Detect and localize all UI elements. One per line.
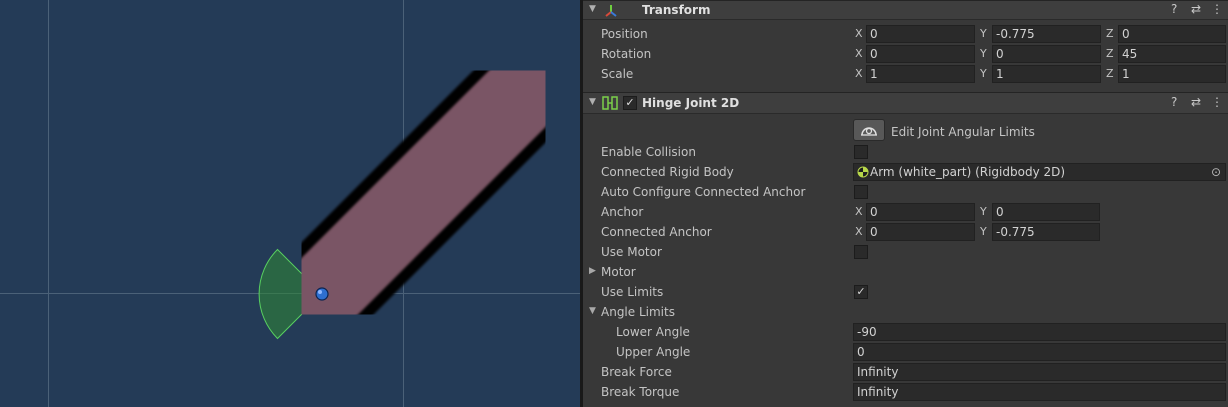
break-force-row: Break Force Infinity — [583, 362, 1228, 382]
axis-y-label[interactable]: Y — [980, 225, 987, 238]
upper-angle-field[interactable]: 0 — [853, 343, 1226, 361]
axis-x-label[interactable]: X — [855, 225, 863, 238]
break-force-label: Break Force — [601, 365, 672, 379]
break-torque-row: Break Torque Infinity — [583, 382, 1228, 402]
axis-y-label[interactable]: Y — [980, 47, 987, 60]
axis-z-label[interactable]: Z — [1106, 47, 1114, 60]
scale-z-field[interactable]: 1 — [1118, 65, 1226, 83]
settings-icon[interactable]: ⇄ — [1191, 2, 1201, 16]
component-title: Hinge Joint 2D — [642, 96, 740, 110]
settings-icon[interactable]: ⇄ — [1191, 95, 1201, 109]
position-label: Position — [601, 27, 648, 41]
axis-x-label[interactable]: X — [855, 67, 863, 80]
anchor-row: Anchor X 0 Y 0 — [583, 202, 1228, 222]
axis-x-label[interactable]: X — [855, 47, 863, 60]
use-motor-row: Use Motor — [583, 242, 1228, 262]
scale-row: Scale X 1 Y 1 Z 1 — [583, 64, 1228, 84]
upper-angle-label: Upper Angle — [616, 345, 691, 359]
break-torque-label: Break Torque — [601, 385, 680, 399]
rigidbody-icon — [857, 166, 869, 178]
enable-collision-row: Enable Collision — [583, 142, 1228, 162]
hinge-joint-icon — [602, 96, 618, 110]
position-x-field[interactable]: 0 — [866, 25, 975, 43]
use-motor-checkbox[interactable] — [854, 245, 868, 259]
scale-x-field[interactable]: 1 — [866, 65, 975, 83]
help-icon[interactable]: ? — [1171, 95, 1177, 109]
position-y-field[interactable]: -0.775 — [992, 25, 1101, 43]
axis-x-label[interactable]: X — [855, 205, 863, 218]
use-limits-row: Use Limits ✓ — [583, 282, 1228, 302]
edit-angular-limits-icon — [861, 127, 877, 136]
enable-collision-checkbox[interactable] — [854, 145, 868, 159]
rotation-row: Rotation X 0 Y 0 Z 45 — [583, 44, 1228, 64]
auto-configure-row: Auto Configure Connected Anchor — [583, 182, 1228, 202]
transform-header[interactable]: ▼ Transform ? ⇄ ⋮ — [583, 0, 1228, 20]
rotation-y-field[interactable]: 0 — [992, 45, 1101, 63]
anchor-y-field[interactable]: 0 — [992, 203, 1100, 221]
edit-limits-label: Edit Joint Angular Limits — [891, 125, 1035, 139]
lower-angle-row: Lower Angle -90 — [583, 322, 1228, 342]
scale-label: Scale — [601, 67, 634, 81]
angle-limits-foldout[interactable]: ▼ Angle Limits — [583, 302, 1228, 322]
object-picker-icon[interactable]: ⊙ — [1211, 164, 1221, 180]
scene-canvas — [0, 0, 580, 407]
axis-z-label[interactable]: Z — [1106, 27, 1114, 40]
axis-y-label[interactable]: Y — [980, 27, 987, 40]
auto-configure-checkbox[interactable] — [854, 185, 868, 199]
axis-x-label[interactable]: X — [855, 27, 863, 40]
use-motor-label: Use Motor — [601, 245, 662, 259]
use-limits-label: Use Limits — [601, 285, 664, 299]
motor-label: Motor — [601, 265, 636, 279]
connected-anchor-x-field[interactable]: 0 — [866, 223, 975, 241]
connected-anchor-label: Connected Anchor — [601, 225, 712, 239]
more-menu-icon[interactable]: ⋮ — [1211, 2, 1223, 16]
connected-anchor-row: Connected Anchor X 0 Y -0.775 — [583, 222, 1228, 242]
scale-y-field[interactable]: 1 — [992, 65, 1101, 83]
angle-limits-label: Angle Limits — [601, 305, 675, 319]
inspector-panel: ▼ Transform ? ⇄ ⋮ Position X 0 Y -0.775 … — [583, 0, 1228, 407]
rotation-label: Rotation — [601, 47, 652, 61]
break-torque-field[interactable]: Infinity — [853, 383, 1226, 401]
connected-rigid-body-field[interactable]: Arm (white_part) (Rigidbody 2D) ⊙ — [853, 163, 1226, 181]
edit-limits-button[interactable] — [853, 119, 885, 141]
connected-rigid-body-value: Arm (white_part) (Rigidbody 2D) — [870, 165, 1066, 179]
hinge-anchor-handle — [315, 287, 329, 301]
connected-rigid-body-label: Connected Rigid Body — [601, 165, 734, 179]
upper-angle-row: Upper Angle 0 — [583, 342, 1228, 362]
more-menu-icon[interactable]: ⋮ — [1211, 95, 1223, 109]
collapse-arrow-icon[interactable]: ▼ — [589, 306, 596, 316]
position-z-field[interactable]: 0 — [1118, 25, 1226, 43]
motor-foldout[interactable]: ▶ Motor — [583, 262, 1228, 282]
position-row: Position X 0 Y -0.775 Z 0 — [583, 24, 1228, 44]
scene-view[interactable] — [0, 0, 580, 407]
expand-arrow-icon[interactable]: ▶ — [589, 266, 596, 276]
auto-configure-label: Auto Configure Connected Anchor — [601, 185, 806, 199]
rotation-x-field[interactable]: 0 — [866, 45, 975, 63]
component-enabled-checkbox[interactable]: ✓ — [623, 96, 637, 110]
fold-arrow-icon[interactable]: ▼ — [589, 4, 596, 14]
anchor-label: Anchor — [601, 205, 644, 219]
connected-anchor-y-field[interactable]: -0.775 — [992, 223, 1100, 241]
lower-angle-label: Lower Angle — [616, 325, 690, 339]
break-force-field[interactable]: Infinity — [853, 363, 1226, 381]
axis-y-label[interactable]: Y — [980, 205, 987, 218]
fold-arrow-icon[interactable]: ▼ — [589, 97, 596, 107]
hinge-joint-header[interactable]: ▼ ✓ Hinge Joint 2D ? ⇄ ⋮ — [583, 92, 1228, 114]
help-icon[interactable]: ? — [1171, 2, 1177, 16]
rotation-z-field[interactable]: 45 — [1118, 45, 1226, 63]
anchor-x-field[interactable]: 0 — [866, 203, 975, 221]
lower-angle-field[interactable]: -90 — [853, 323, 1226, 341]
connected-rigid-body-row: Connected Rigid Body Arm (white_part) (R… — [583, 162, 1228, 182]
enable-collision-label: Enable Collision — [601, 145, 696, 159]
axis-y-label[interactable]: Y — [980, 67, 987, 80]
use-limits-checkbox[interactable]: ✓ — [854, 285, 868, 299]
component-title: Transform — [642, 3, 711, 17]
transform-icon — [605, 5, 617, 17]
axis-z-label[interactable]: Z — [1106, 67, 1114, 80]
